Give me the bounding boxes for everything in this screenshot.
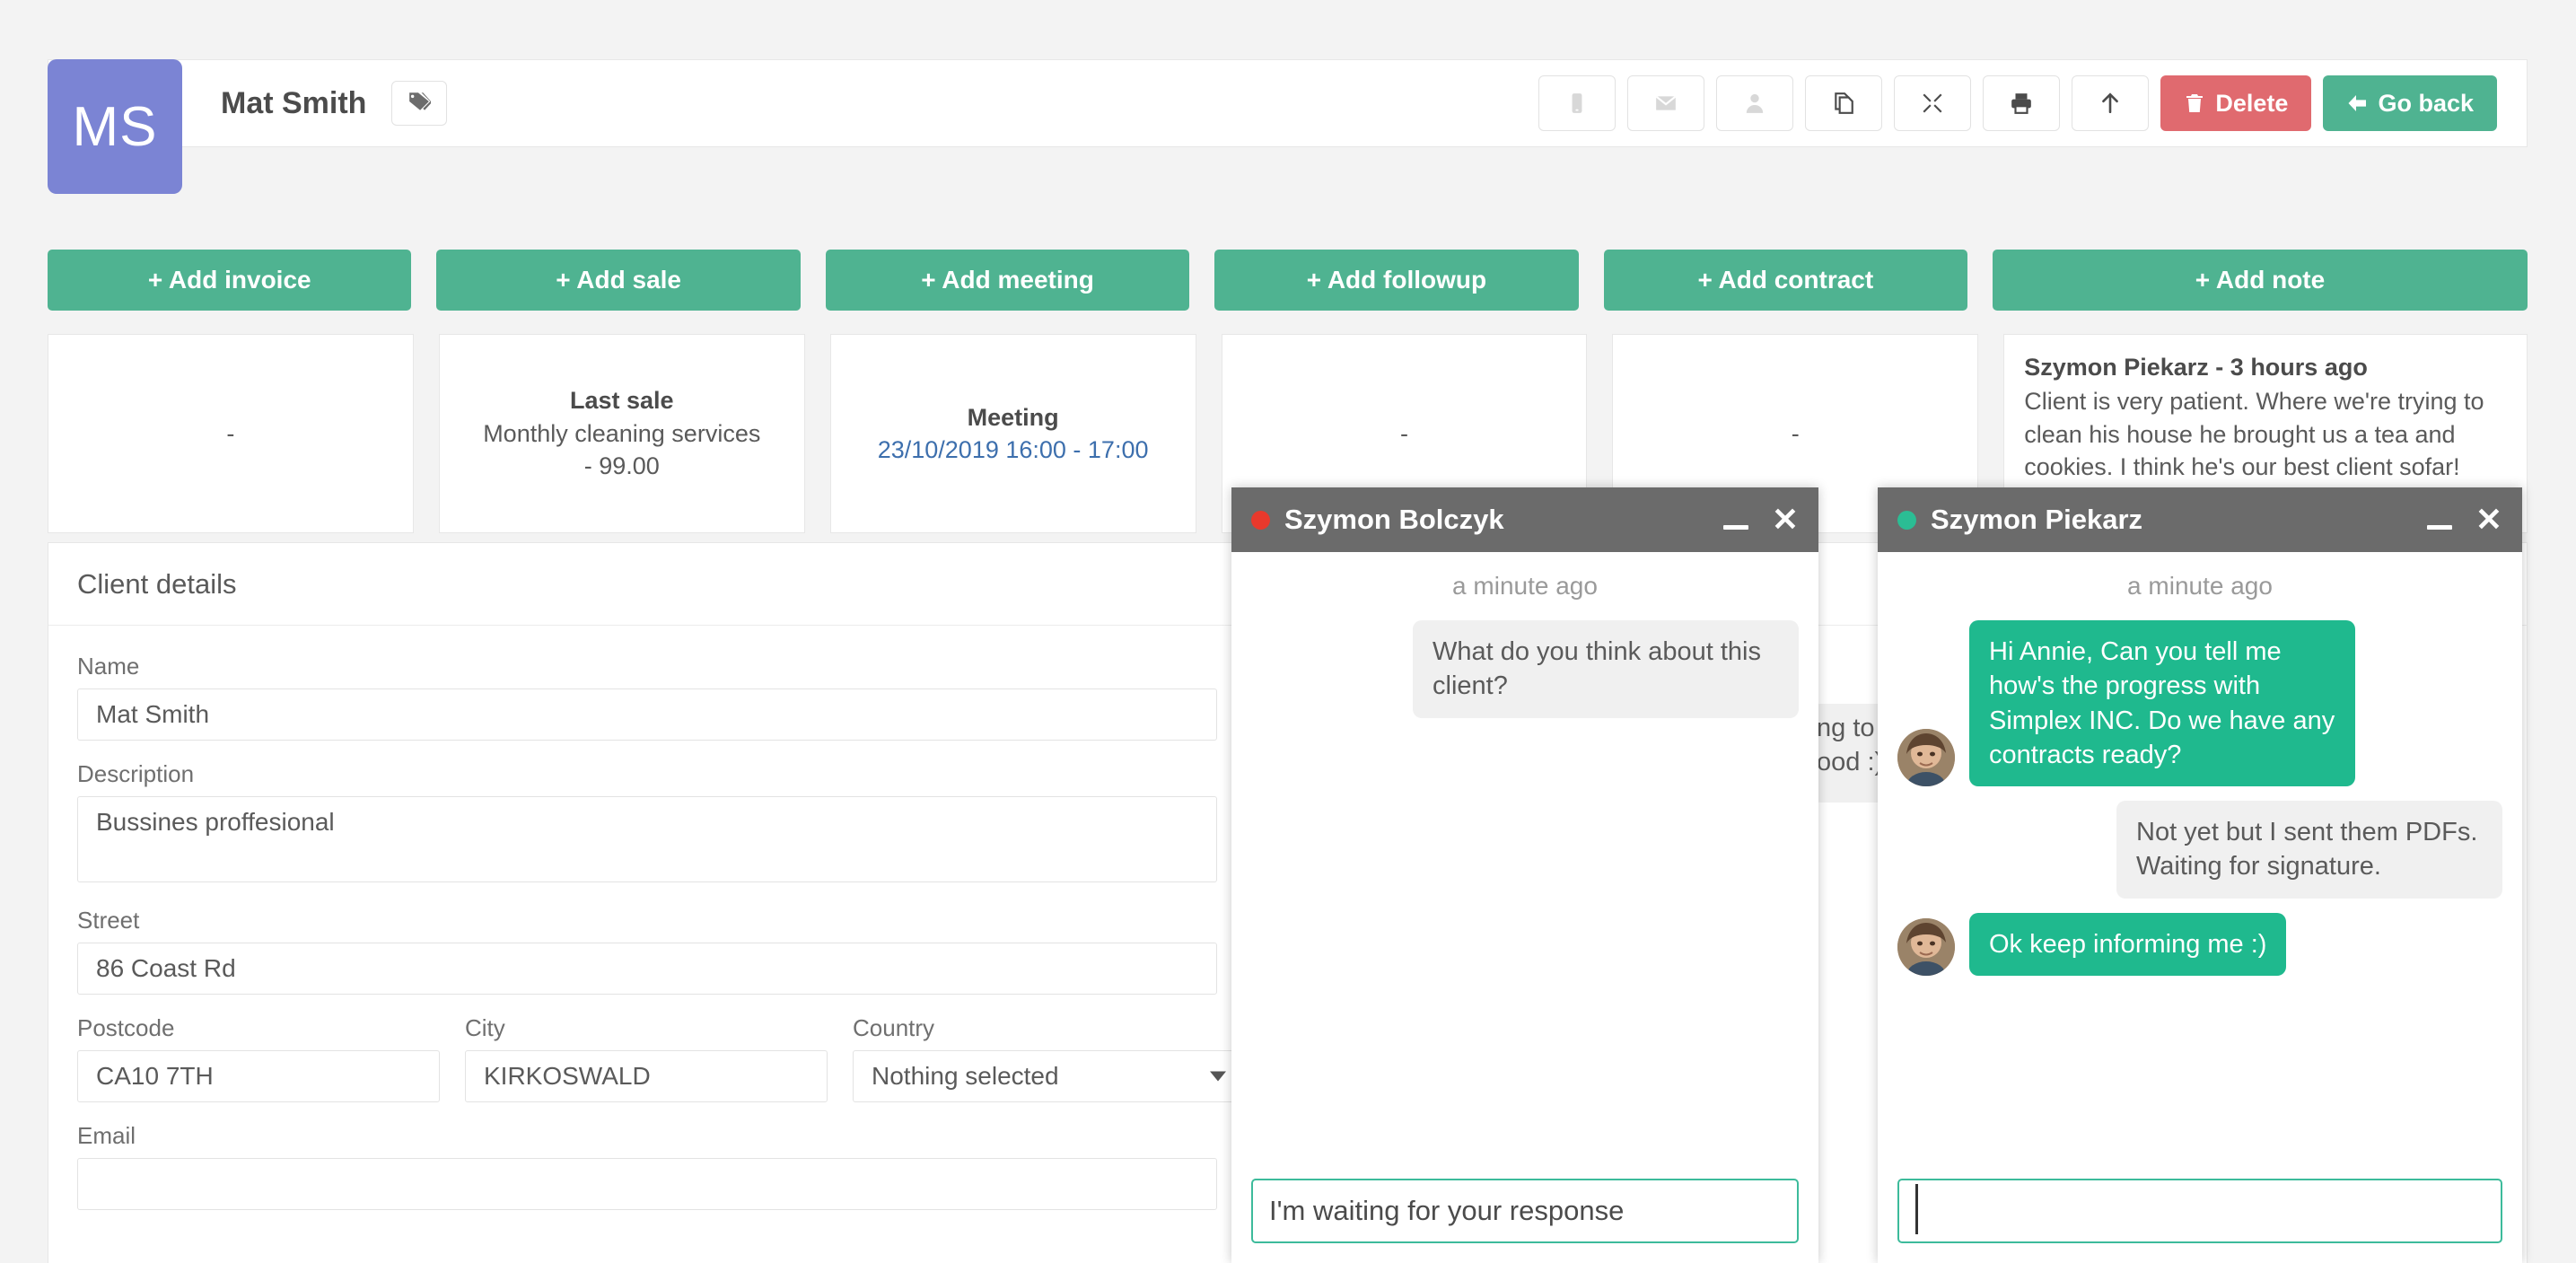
invoice-card: -	[48, 334, 414, 534]
chat-title-piekarz: Szymon Piekarz	[1931, 504, 2143, 535]
chat-message: Ok keep informing me :)	[1897, 912, 2502, 976]
contract-card-value: -	[1791, 419, 1800, 447]
description-textarea[interactable]: Bussines proffesional	[77, 796, 1217, 882]
print-button[interactable]	[1983, 75, 2061, 131]
email-button[interactable]	[1627, 75, 1705, 131]
close-icon[interactable]: ✕	[2475, 504, 2502, 536]
tag-icon	[407, 90, 433, 118]
mobile-icon	[1572, 93, 1582, 113]
go-back-button[interactable]: Go back	[2323, 75, 2497, 131]
meeting-datetime[interactable]: 23/10/2019 16:00 - 17:00	[878, 434, 1149, 466]
meeting-card: Meeting 23/10/2019 16:00 - 17:00	[829, 334, 1196, 534]
add-meeting-button[interactable]: + Add meeting	[825, 250, 1190, 311]
chat-timestamp-piekarz: a minute ago	[2127, 572, 2273, 600]
status-dot-offline-icon	[1251, 510, 1270, 530]
add-invoice-button[interactable]: + Add invoice	[48, 250, 412, 311]
avatar	[1897, 729, 1955, 787]
name-input[interactable]	[77, 689, 1217, 741]
person-photo-icon	[1897, 729, 1955, 787]
country-label: Country	[853, 1014, 935, 1041]
person-photo-icon	[1897, 917, 1955, 976]
chat-footer-bolczyk	[1231, 1162, 1818, 1263]
country-group: Country Nothing selected	[853, 1014, 1246, 1102]
chevron-down-icon	[1210, 1071, 1226, 1082]
delete-button[interactable]: Delete	[2160, 75, 2312, 131]
chat-timestamp-bolczyk: a minute ago	[1452, 572, 1598, 600]
chat-header-piekarz[interactable]: Szymon Piekarz ✕	[1878, 487, 2522, 552]
user-button[interactable]	[1716, 75, 1794, 131]
delete-label: Delete	[2215, 89, 2289, 117]
add-sale-button[interactable]: + Add sale	[436, 250, 801, 311]
avatar-initials: MS	[72, 95, 158, 158]
meeting-title: Meeting	[967, 403, 1059, 431]
copy-icon	[1835, 92, 1854, 114]
chat-window-piekarz: Szymon Piekarz ✕ a minute ago Hi Annie, …	[1878, 487, 2522, 1263]
compress-icon	[1923, 93, 1942, 113]
status-dot-online-icon	[1897, 510, 1916, 530]
chat-header-bolczyk[interactable]: Szymon Bolczyk ✕	[1231, 487, 1818, 552]
chat-body-piekarz: a minute ago Hi Annie, Can you tell me h…	[1878, 552, 2522, 976]
mobile-button[interactable]	[1538, 75, 1617, 131]
add-note-button[interactable]: + Add note	[1993, 250, 2528, 311]
street-input[interactable]	[77, 943, 1217, 995]
chat-message: Hi Annie, Can you tell me how's the prog…	[1897, 620, 2502, 787]
arrow-up-icon	[2102, 92, 2119, 114]
chat-input-piekarz[interactable]	[1897, 1179, 2502, 1243]
city-input[interactable]	[465, 1050, 828, 1102]
envelope-icon	[1655, 95, 1677, 110]
country-select[interactable]: Nothing selected	[853, 1050, 1246, 1102]
chat-input-bolczyk[interactable]	[1251, 1179, 1799, 1243]
chat-message-text: Hi Annie, Can you tell me how's the prog…	[1969, 620, 2355, 787]
email-input[interactable]	[77, 1158, 1217, 1210]
city-label: City	[465, 1014, 505, 1041]
page-title: Mat Smith	[221, 85, 367, 120]
followup-card-value: -	[1399, 419, 1408, 447]
go-back-label: Go back	[2378, 89, 2474, 117]
note-author-time: Szymon Piekarz - 3 hours ago	[2024, 354, 2368, 381]
add-contract-button[interactable]: + Add contract	[1603, 250, 1968, 311]
add-followup-button[interactable]: + Add followup	[1214, 250, 1579, 311]
invoice-card-value: -	[226, 419, 235, 447]
minimize-icon[interactable]	[2426, 524, 2452, 530]
chat-window-bolczyk: Szymon Bolczyk ✕ a minute ago What do yo…	[1231, 487, 1818, 1263]
chat-message: What do you think about this client?	[1251, 620, 1799, 718]
city-group: City	[465, 1014, 828, 1102]
chat-body-bolczyk: a minute ago What do you think about thi…	[1231, 552, 1818, 718]
last-sale-amount: - 99.00	[583, 452, 660, 480]
trash-icon	[2186, 94, 2204, 112]
chat-title-bolczyk: Szymon Bolczyk	[1284, 504, 1504, 535]
app-root: Mat Smith Delete Go back MS + Add invoic…	[0, 0, 2576, 1263]
chat-footer-piekarz	[1878, 1162, 2522, 1263]
chat-message: Not yet but I sent them PDFs. Waiting fo…	[1897, 801, 2502, 899]
country-selected-value: Nothing selected	[872, 1062, 1059, 1090]
postcode-input[interactable]	[77, 1050, 440, 1102]
copy-button[interactable]	[1805, 75, 1883, 131]
print-icon	[2011, 93, 2032, 114]
client-header-bar: Mat Smith Delete Go back	[48, 59, 2528, 147]
last-sale-desc: Monthly cleaning services	[483, 419, 761, 447]
quick-actions-row: + Add invoice + Add sale + Add meeting +…	[48, 250, 2528, 311]
chat-message-text: What do you think about this client?	[1413, 620, 1799, 718]
chat-message-text: Ok keep informing me :)	[1969, 912, 2287, 976]
postcode-group: Postcode	[77, 1014, 440, 1102]
header-toolbar: Delete Go back	[1538, 75, 2527, 131]
text-cursor	[1915, 1184, 1918, 1234]
last-sale-card: Last sale Monthly cleaning services - 99…	[438, 334, 805, 534]
last-sale-title: Last sale	[569, 387, 674, 415]
avatar: MS	[48, 59, 182, 194]
upload-button[interactable]	[2072, 75, 2150, 131]
close-icon[interactable]: ✕	[1772, 504, 1799, 536]
chat-message-text: Not yet but I sent them PDFs. Waiting fo…	[2116, 801, 2502, 899]
avatar	[1897, 917, 1955, 976]
arrow-left-icon	[2348, 95, 2367, 111]
postcode-label: Postcode	[77, 1014, 175, 1041]
user-icon	[1747, 93, 1764, 113]
minimize-icon[interactable]	[1722, 524, 1748, 530]
tag-button[interactable]	[391, 81, 448, 126]
compress-button[interactable]	[1894, 75, 1972, 131]
